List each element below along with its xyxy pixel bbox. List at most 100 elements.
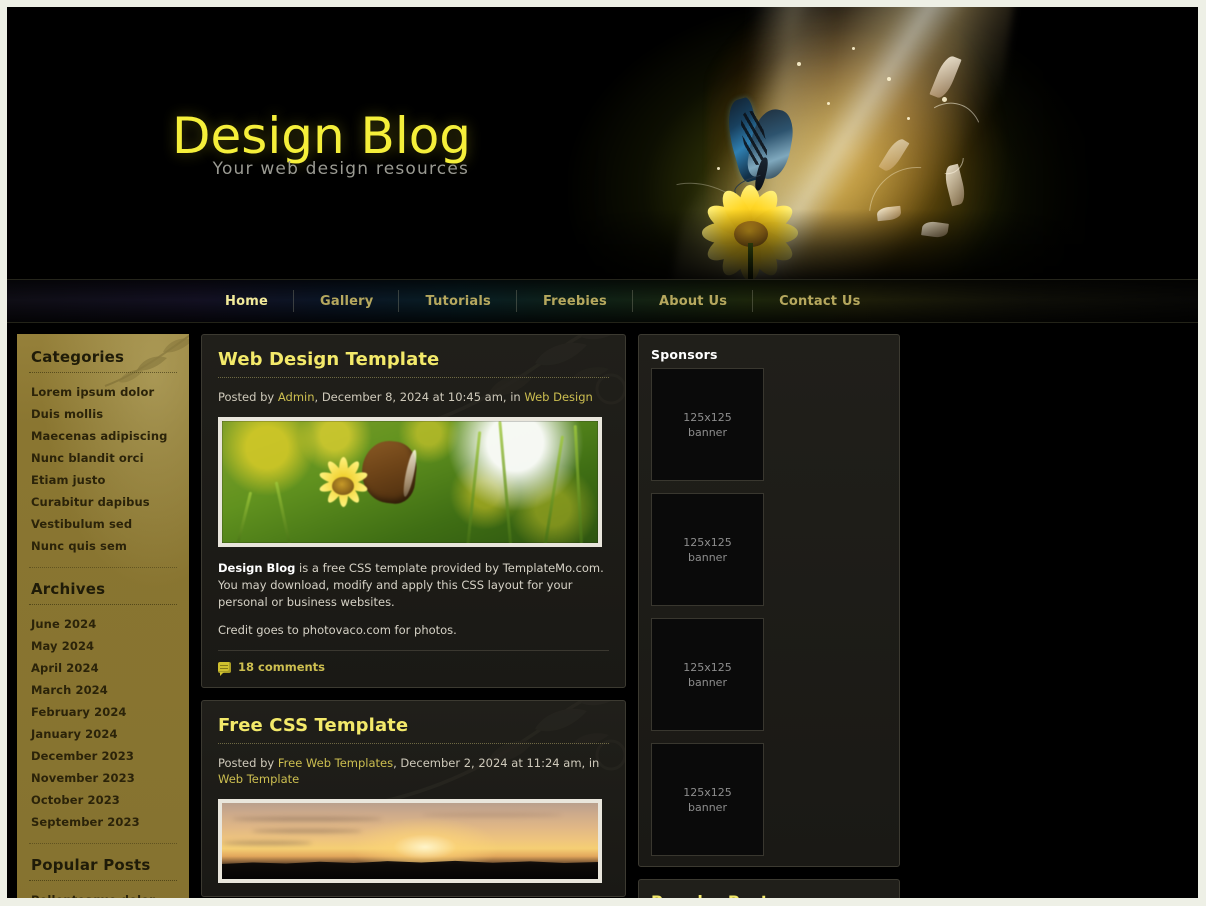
nav-link-about-us[interactable]: About Us <box>633 280 753 322</box>
archive-link[interactable]: March 2024 <box>29 679 177 701</box>
nav-item[interactable]: Home <box>199 280 294 322</box>
nav-item[interactable]: About Us <box>631 280 753 322</box>
sponsor-banner[interactable]: 125x125 banner <box>651 368 764 481</box>
categories-heading: Categories <box>31 348 125 366</box>
post-comments-link[interactable]: 18 comments <box>218 660 609 677</box>
page-root: Design Blog Your web design resources Ho… <box>7 7 1198 898</box>
blog-post: Free CSS Template Posted by Free Web Tem… <box>201 700 626 897</box>
post-category-link[interactable]: Web Template <box>218 772 299 786</box>
archives-list: June 2024 May 2024 April 2024 March 2024… <box>29 613 177 833</box>
main-navigation: Home Gallery Tutorials Freebies About Us… <box>7 279 1198 323</box>
list-item[interactable]: Maecenas adipiscing <box>29 425 177 447</box>
nav-item[interactable]: Gallery <box>292 280 399 322</box>
banner-label: banner <box>688 425 727 439</box>
list-item[interactable]: Nunc quis sem <box>29 535 177 557</box>
post-title: Web Design Template <box>218 349 440 370</box>
list-item[interactable]: September 2023 <box>29 811 177 833</box>
post-meta: Posted by Free Web Templates, December 2… <box>218 755 609 799</box>
screenshot-frame: Design Blog Your web design resources Ho… <box>0 0 1206 906</box>
nav-link-freebies[interactable]: Freebies <box>517 280 633 322</box>
right-sidebar: Sponsors 125x125 banner 125x125 banner 1… <box>638 334 900 898</box>
archive-link[interactable]: June 2024 <box>29 613 177 635</box>
archive-link[interactable]: April 2024 <box>29 657 177 679</box>
sponsor-banner-grid: 125x125 banner 125x125 banner 125x125 ba… <box>651 368 887 856</box>
list-item[interactable]: Nunc blandit orci <box>29 447 177 469</box>
post-image <box>218 799 602 883</box>
nav-link-home[interactable]: Home <box>199 280 294 322</box>
grass-blade <box>498 421 513 543</box>
list-item[interactable]: Pellentesque dolor <box>29 889 177 898</box>
grass-blade <box>573 425 584 543</box>
list-item[interactable]: Duis mollis <box>29 403 177 425</box>
list-item[interactable]: May 2024 <box>29 635 177 657</box>
archive-link[interactable]: November 2023 <box>29 767 177 789</box>
nav-item[interactable]: Tutorials <box>398 280 516 322</box>
grass-blade <box>274 481 293 543</box>
post-category-link[interactable]: Web Design <box>524 390 592 404</box>
archive-link[interactable]: May 2024 <box>29 635 177 657</box>
popular-post-link[interactable]: Pellentesque dolor <box>29 889 177 898</box>
cloud-streak <box>222 841 312 845</box>
archive-link[interactable]: February 2024 <box>29 701 177 723</box>
category-link[interactable]: Nunc blandit orci <box>29 447 177 469</box>
grass-blade <box>234 491 253 543</box>
post-footer-divider <box>218 650 609 651</box>
header-sparkle-2 <box>852 47 855 50</box>
list-item[interactable]: November 2023 <box>29 767 177 789</box>
post-author-link[interactable]: Admin <box>278 390 315 404</box>
list-item[interactable]: March 2024 <box>29 679 177 701</box>
archive-link[interactable]: January 2024 <box>29 723 177 745</box>
header-sparkle-7 <box>942 97 947 102</box>
post-credit-paragraph: Credit goes to photovaco.com for photos. <box>218 623 457 637</box>
category-link[interactable]: Nunc quis sem <box>29 535 177 557</box>
nav-list: Home Gallery Tutorials Freebies About Us… <box>7 280 1198 322</box>
category-link[interactable]: Vestibulum sed <box>29 513 177 535</box>
category-link[interactable]: Duis mollis <box>29 403 177 425</box>
blog-post: Web Design Template Posted by Admin, Dec… <box>201 334 626 688</box>
category-link[interactable]: Etiam justo <box>29 469 177 491</box>
list-item[interactable]: Lorem ipsum dolor <box>29 381 177 403</box>
left-sidebar: Categories Lorem ipsum dolor Duis mollis… <box>17 334 189 898</box>
list-item[interactable]: January 2024 <box>29 723 177 745</box>
list-item[interactable]: Etiam justo <box>29 469 177 491</box>
banner-label: banner <box>688 800 727 814</box>
list-item[interactable]: February 2024 <box>29 701 177 723</box>
list-item[interactable]: Vestibulum sed <box>29 513 177 535</box>
comment-bubble-icon <box>218 661 231 676</box>
list-item[interactable]: October 2023 <box>29 789 177 811</box>
banner-label: banner <box>688 675 727 689</box>
left-popular-posts-heading: Popular Posts <box>31 856 151 874</box>
sponsors-heading: Sponsors <box>651 347 718 362</box>
archive-link[interactable]: October 2023 <box>29 789 177 811</box>
nav-item[interactable]: Contact Us <box>752 280 886 322</box>
banner-size: 125x125 <box>683 660 732 674</box>
post-meta-middle: , December 8, 2024 at 10:45 am, in <box>314 390 525 404</box>
list-item[interactable]: December 2023 <box>29 745 177 767</box>
grass-blade <box>542 435 565 543</box>
post-author-link[interactable]: Free Web Templates <box>278 756 393 770</box>
category-link[interactable]: Curabitur dapibus <box>29 491 177 513</box>
popular-posts-heading: Popular Posts <box>651 892 887 898</box>
page-content: Categories Lorem ipsum dolor Duis mollis… <box>7 323 1198 898</box>
category-link[interactable]: Maecenas adipiscing <box>29 425 177 447</box>
nav-link-gallery[interactable]: Gallery <box>294 280 399 322</box>
sponsor-banner[interactable]: 125x125 banner <box>651 618 764 731</box>
list-item[interactable]: June 2024 <box>29 613 177 635</box>
daisy-flower <box>314 455 372 509</box>
sponsor-banner[interactable]: 125x125 banner <box>651 493 764 606</box>
left-popular-posts-list: Pellentesque dolor Suspendisse a nibh Ma… <box>29 889 177 898</box>
post-comments-label: 18 comments <box>238 660 326 674</box>
list-item[interactable]: Curabitur dapibus <box>29 491 177 513</box>
header-sparkle-4 <box>827 102 830 105</box>
sunset-photo <box>222 803 598 879</box>
list-item[interactable]: April 2024 <box>29 657 177 679</box>
nav-item[interactable]: Freebies <box>515 280 633 322</box>
category-link[interactable]: Lorem ipsum dolor <box>29 381 177 403</box>
nav-link-contact-us[interactable]: Contact Us <box>753 280 886 322</box>
banner-size: 125x125 <box>683 535 732 549</box>
archive-link[interactable]: December 2023 <box>29 745 177 767</box>
post-meta-prefix: Posted by <box>218 390 278 404</box>
nav-link-tutorials[interactable]: Tutorials <box>399 280 516 322</box>
archive-link[interactable]: September 2023 <box>29 811 177 833</box>
sponsor-banner[interactable]: 125x125 banner <box>651 743 764 856</box>
